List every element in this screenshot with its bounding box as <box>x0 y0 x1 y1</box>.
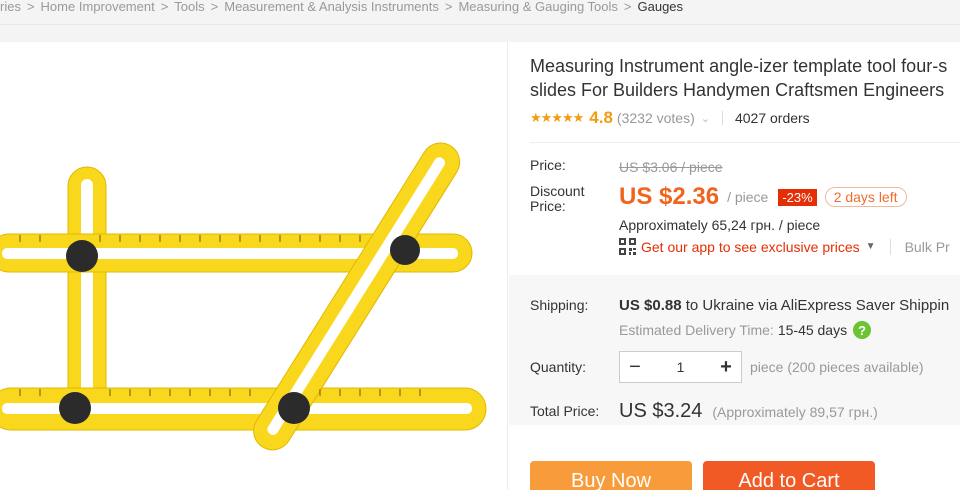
product-title: Measuring Instrument angle-izer template… <box>530 54 960 102</box>
help-icon[interactable]: ? <box>853 321 872 339</box>
shipping-destination: to Ukraine via AliExpress Saver Shippin <box>685 297 950 314</box>
quantity-availability: piece (200 pieces available) <box>750 359 924 375</box>
app-offer-link[interactable]: Get our app to see exclusive prices <box>641 239 860 255</box>
breadcrumb-item[interactable]: Tools <box>174 0 204 14</box>
discount-price-label: Discount Price: <box>530 184 584 214</box>
discount-label-line: Price: <box>530 198 566 214</box>
discount-price: US $2.36 <box>619 183 720 210</box>
breadcrumb-item[interactable]: Measurement & Analysis Instruments <box>224 0 439 14</box>
buy-now-button[interactable]: Buy Now <box>530 461 692 490</box>
breadcrumb-bar: ries > Home Improvement > Tools > Measurement … <box>0 0 960 25</box>
breadcrumb-separator: > <box>444 0 453 14</box>
original-price: US $3.06 / piece <box>619 159 723 175</box>
orders-count: 4027 orders <box>734 110 810 126</box>
shipping-label: Shipping: <box>530 297 589 313</box>
quantity-input[interactable]: 1 <box>650 359 711 375</box>
price-label: Price: <box>530 157 566 173</box>
bulk-price-link[interactable]: Bulk Pr <box>889 238 950 255</box>
page-background-strip <box>0 25 960 42</box>
divider <box>530 142 960 143</box>
rating-row: ★★★★★ 4.8 (3232 votes) ⌄ 4027 orders <box>530 108 810 128</box>
delivery-estimate: Estimated Delivery Time: 15-45 days ? <box>619 321 872 339</box>
app-offer-row: Get our app to see exclusive prices ▼ Bu… <box>619 238 950 255</box>
rating-value: 4.8 <box>589 108 613 127</box>
discount-badge: -23% <box>778 188 817 206</box>
total-price-label: Total Price: <box>530 403 600 419</box>
add-to-cart-button[interactable]: Add to Cart <box>703 461 875 490</box>
ruler-tool-illustration <box>0 142 487 451</box>
discount-price-row: US $2.36 / piece -23% 2 days left <box>619 183 907 211</box>
breadcrumb-item[interactable]: Measuring & Gauging Tools <box>458 0 617 14</box>
breadcrumb-separator: > <box>26 0 35 14</box>
total-price: US $3.24 <box>619 400 703 422</box>
shipping-info[interactable]: US $0.88 to Ukraine via AliExpress Saver… <box>619 297 949 314</box>
total-approx: (Approximately 89,57 грн.) <box>712 404 878 420</box>
price-unit: / piece <box>727 189 769 205</box>
days-left-badge: 2 days left <box>824 187 907 207</box>
votes-count[interactable]: (3232 votes) <box>617 110 695 126</box>
qr-code-icon <box>619 238 636 255</box>
breadcrumb-separator: > <box>160 0 169 14</box>
breadcrumb: ries > Home Improvement > Tools > Measurement … <box>0 0 683 16</box>
shipping-cost: US $0.88 <box>619 297 682 314</box>
product-title-line: Measuring Instrument angle-izer template… <box>530 56 948 76</box>
breadcrumb-item[interactable]: Home Improvement <box>41 0 155 14</box>
rating-stars-icon: ★★★★★ <box>530 110 584 125</box>
caret-down-icon[interactable]: ▼ <box>866 241 876 252</box>
chevron-down-icon[interactable]: ⌄ <box>701 112 710 125</box>
discount-label-line: Discount <box>530 183 585 199</box>
quantity-stepper: − 1 + <box>619 351 742 383</box>
delivery-label: Estimated Delivery Time: <box>619 322 774 338</box>
product-info-panel: Measuring Instrument angle-izer template… <box>509 42 960 490</box>
breadcrumb-current: Gauges <box>637 0 684 14</box>
quantity-label: Quantity: <box>530 359 587 375</box>
delivery-days: 15-45 days <box>777 322 848 338</box>
product-image-area[interactable] <box>0 42 508 490</box>
product-title-line: slides For Builders Handymen Craftsmen E… <box>530 80 945 100</box>
product-image <box>0 142 487 451</box>
breadcrumb-item[interactable]: ries <box>0 0 21 14</box>
breadcrumb-separator: > <box>210 0 219 14</box>
approx-price: Approximately 65,24 грн. / piece <box>619 217 821 233</box>
total-price-row: US $3.24 (Approximately 89,57 грн.) <box>619 400 878 423</box>
decrease-quantity-button[interactable]: − <box>620 352 650 382</box>
divider <box>721 111 723 125</box>
breadcrumb-separator: > <box>623 0 632 14</box>
increase-quantity-button[interactable]: + <box>711 352 741 382</box>
